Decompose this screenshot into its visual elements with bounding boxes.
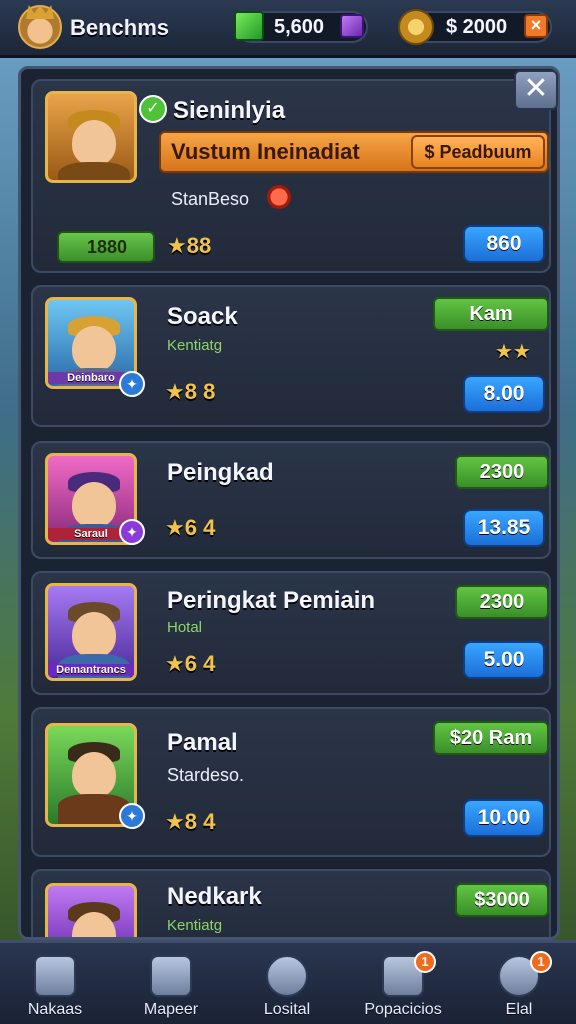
item-subtitle: Stardeso. (167, 765, 245, 785)
featured-buy-button[interactable]: 860 (463, 225, 545, 263)
nav-item-quests[interactable]: 1 Popacicios (348, 951, 458, 1023)
nav-label: Losital (263, 1001, 311, 1018)
item-extra-stars: ★★ (495, 341, 531, 363)
map-icon (150, 955, 192, 997)
portrait-caption: Demantrancs (48, 664, 134, 676)
featured-portrait (45, 91, 137, 183)
banner-pill[interactable]: $ Peadbuum (411, 135, 545, 169)
list-item[interactable]: Deinbaro ✦ Soack Kentiatg ★8 8 Kam ★★ 8.… (31, 285, 551, 427)
featured-subtitle: StanBeso (171, 189, 250, 209)
item-name: Pamal (167, 729, 238, 756)
list-item[interactable]: Demantrancs Peringkat Pemiain Hotal ★6 4… (31, 571, 551, 695)
gems-counter[interactable]: 5,600 (234, 11, 368, 43)
face (72, 612, 116, 658)
coin-icon (398, 9, 434, 45)
featured-stars: ★88 (167, 233, 212, 258)
nav-item-settings[interactable]: 1 Elal (464, 951, 574, 1023)
item-subtitle: Hotal (167, 619, 203, 636)
item-stars: ★8 8 (165, 379, 216, 404)
purple-gem-icon (340, 14, 364, 38)
buy-button[interactable]: 10.00 (463, 799, 545, 837)
shop-icon (266, 955, 308, 997)
player-name: Benchms (70, 15, 170, 40)
heart-icon (267, 185, 291, 209)
shop-panel: ✓ Sieninlyia Vustum Ineinadiat $ Peadbuu… (18, 66, 560, 940)
home-icon (34, 955, 76, 997)
item-subtitle: Kentiatg (167, 337, 223, 354)
face (72, 326, 116, 372)
notification-badge: 1 (530, 951, 552, 973)
crown-icon (26, 5, 54, 19)
list-item[interactable]: Nedkark Kentiatg $3000 (31, 869, 551, 937)
coins-counter[interactable]: $ 2000 × (398, 9, 552, 45)
coins-value: $ 2000 (446, 16, 508, 38)
item-name: Peringkat Pemiain (167, 587, 376, 614)
buy-button[interactable]: 8.00 (463, 375, 545, 413)
item-subtitle: Kentiatg (167, 917, 223, 934)
face (72, 482, 116, 528)
item-stars: ★6 4 (165, 515, 216, 540)
player-avatar[interactable] (18, 5, 62, 49)
nav-label: Elal (505, 1001, 533, 1018)
sword-badge-icon: ✦ (119, 371, 145, 397)
armor (58, 162, 130, 180)
featured-banner[interactable]: Vustum Ineinadiat $ Peadbuum (159, 131, 549, 173)
notification-badge: 1 (414, 951, 436, 973)
featured-name: Sieninlyia (173, 97, 286, 124)
item-tag[interactable]: 2300 (455, 455, 549, 489)
bottom-nav: Nakaas Mapeer Losital 1 Popacicios 1 Ela… (0, 940, 576, 1024)
level-value: 1880 (87, 237, 128, 257)
level-badge: 1880 (57, 231, 155, 263)
item-name: Soack (167, 303, 238, 330)
face (72, 120, 116, 166)
add-coins-button[interactable]: × (524, 14, 548, 38)
list-item[interactable]: Saraul ✦ Peingkad ★6 4 2300 13.85 (31, 441, 551, 559)
star-badge-icon: ✦ (119, 519, 145, 545)
item-stars: ★6 4 (165, 651, 216, 676)
close-button[interactable]: ✕ (514, 70, 558, 110)
nav-label: Nakaas (27, 1001, 83, 1018)
face (72, 752, 116, 798)
nav-item-map[interactable]: Mapeer (116, 951, 226, 1023)
buy-button[interactable]: 13.85 (463, 509, 545, 547)
nav-label: Mapeer (143, 1001, 199, 1018)
nav-item-shop[interactable]: Losital (232, 951, 342, 1023)
item-name: Nedkark (167, 883, 262, 910)
buy-button[interactable]: 5.00 (463, 641, 545, 679)
item-tag[interactable]: $20 Ram (433, 721, 549, 755)
banner-text: Vustum Ineinadiat (171, 139, 360, 164)
top-bar: Benchms 5,600 $ 2000 × (0, 0, 576, 58)
item-portrait: Demantrancs (45, 583, 137, 681)
nav-item-home[interactable]: Nakaas (0, 951, 110, 1023)
item-portrait (45, 883, 137, 937)
featured-card[interactable]: ✓ Sieninlyia Vustum Ineinadiat $ Peadbuu… (31, 79, 551, 273)
gems-value: 5,600 (274, 16, 325, 38)
sword-badge-icon: ✦ (119, 803, 145, 829)
item-stars: ★8 4 (165, 809, 216, 834)
nav-label: Popacicios (364, 1001, 442, 1018)
green-gem-icon (234, 11, 264, 41)
item-tag[interactable]: Kam (433, 297, 549, 331)
item-name: Peingkad (167, 459, 274, 486)
check-icon: ✓ (139, 95, 167, 123)
list-item[interactable]: ✦ Pamal Stardeso. ★8 4 $20 Ram 10.00 (31, 707, 551, 857)
item-tag[interactable]: $3000 (455, 883, 549, 917)
item-tag[interactable]: 2300 (455, 585, 549, 619)
